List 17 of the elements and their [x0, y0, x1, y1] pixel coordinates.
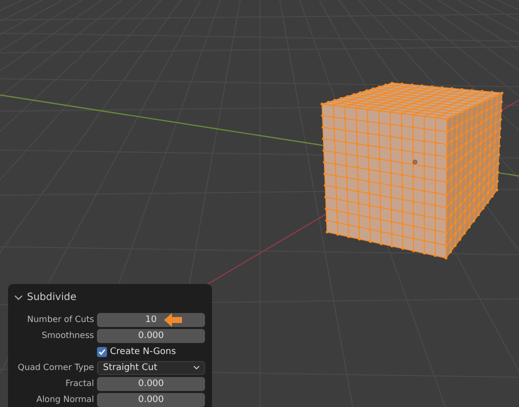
field-label: Number of Cuts [27, 314, 94, 324]
number-field[interactable]: 0.000 [97, 392, 205, 406]
checkmark-icon [98, 348, 106, 356]
pointer-arrow-icon [163, 312, 183, 328]
field-label: Quad Corner Type [18, 362, 94, 372]
chevron-icon[interactable] [14, 292, 23, 302]
dropdown-field[interactable]: Straight Cut [97, 360, 205, 374]
number-field[interactable]: 0.000 [97, 376, 205, 390]
checkbox-box[interactable] [97, 346, 107, 356]
number-field[interactable]: 10 [97, 312, 205, 326]
chevron-down-icon [193, 364, 200, 371]
checkbox[interactable]: Create N-Gons [97, 346, 205, 356]
panel-title[interactable]: Subdivide [27, 292, 76, 302]
field-label: Smoothness [42, 330, 94, 340]
number-field[interactable]: 0.000 [97, 328, 205, 342]
field-label: Fractal [65, 378, 94, 388]
field-label: Along Normal [36, 394, 94, 404]
